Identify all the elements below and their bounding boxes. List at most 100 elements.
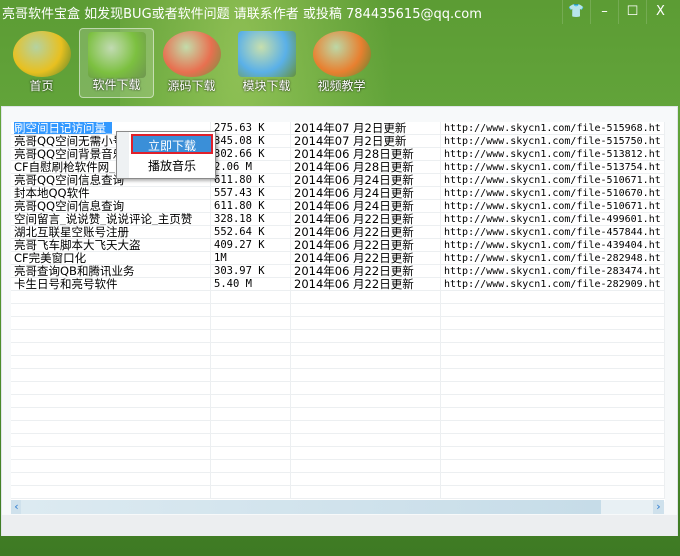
date-cell [291,473,441,485]
date-cell: 2014年06 月22日更新 [291,239,441,251]
nav-button-0[interactable]: 首页 [4,28,79,98]
cell-text: 1M [214,252,227,264]
size-cell: 5.40 M [211,278,291,290]
menu-item-play-music[interactable]: 播放音乐 [131,156,213,176]
url-cell [441,382,665,394]
date-cell: 2014年06 月22日更新 [291,252,441,264]
scroll-thumb[interactable] [21,500,601,514]
name-cell [11,382,211,394]
nav-button-1[interactable]: 软件下载 [79,28,154,98]
name-cell [11,317,211,329]
url-cell: http://www.skycn1.com/file-499601.ht [441,213,665,225]
table-row[interactable]: 亮哥查询QB和腾讯业务 303.97 K 2014年06 月22日更新 http://… [11,265,665,278]
windows-refresh-icon [162,31,221,77]
cell-text: 亮哥QQ空间信息查询 [14,174,125,186]
size-cell [211,382,291,394]
cell-text: 552.64 K [214,226,265,238]
table-row[interactable]: 刷空间日记访问量_ 275.63 K 2014年07 月2日更新 http://www… [11,122,665,135]
table-row[interactable]: 封本地QQ软件 557.43 K 2014年06 月24日更新 http://www.… [11,187,665,200]
content-panel: 刷空间日记访问量_ 275.63 K 2014年07 月2日更新 http://www… [1,106,678,536]
empty-row [11,356,665,369]
empty-row [11,434,665,447]
url-cell: http://www.skycn1.com/file-283474.ht [441,265,665,277]
cell-text: 345.08 K [214,135,265,147]
table-row[interactable]: 亮哥QQ空间信息查询 611.80 K 2014年06 月24日更新 http://w… [11,200,665,213]
table-row[interactable]: 湖北互联星空账号注册 552.64 K 2014年06 月22日更新 http://w… [11,226,665,239]
cell-text: 2014年07 月2日更新 [294,135,407,147]
nav-button-2[interactable]: 源码下载 [154,28,229,98]
url-cell [441,317,665,329]
table-row[interactable]: 亮哥飞车脚本大飞天大盗 409.27 K 2014年06 月22日更新 http://… [11,239,665,252]
url-cell [441,356,665,368]
cell-text: 卡生日号和亮号软件 [14,278,118,290]
cell-text: 封本地QQ软件 [14,187,90,199]
menu-item-download-now[interactable]: 立即下载 [131,134,213,154]
date-cell [291,486,441,498]
size-cell [211,486,291,498]
size-cell: 328.18 K [211,213,291,225]
date-cell: 2014年06 月24日更新 [291,174,441,186]
url-cell: http://www.skycn1.com/file-515968.ht [441,122,665,134]
table-row[interactable]: 亮哥QQ空间无需小号 345.08 K 2014年07 月2日更新 http://ww… [11,135,665,148]
close-button[interactable]: X [646,0,674,24]
cell-text: http://www.skycn1.com/file-510671.ht [444,201,661,212]
date-cell: 2014年07 月2日更新 [291,135,441,147]
cell-text: 2014年06 月22日更新 [294,239,414,251]
date-cell [291,460,441,472]
cell-text: 2.06 M [214,161,252,173]
cell-text: http://www.skycn1.com/file-283474.ht [444,266,661,277]
nav-button-4[interactable]: 视频教学 [304,28,379,98]
nav-label: 模块下载 [242,79,291,93]
nav-label: 源码下载 [167,79,216,93]
cell-text: http://www.skycn1.com/file-282909.ht [444,279,661,290]
table-row[interactable]: CF自慰刷枪软件网_ 2.06 M 2014年06 月28日更新 http://www… [11,161,665,174]
cell-text: 2014年06 月22日更新 [294,213,414,225]
minimize-button[interactable]: – [590,0,618,24]
size-cell: 2.06 M [211,161,291,173]
maximize-button[interactable]: ☐ [618,0,646,24]
name-cell [11,460,211,472]
table-row[interactable]: CF完美窗口化 1M 2014年06 月22日更新 http://www.skycn1… [11,252,665,265]
cell-text: 2014年06 月22日更新 [294,278,414,290]
name-cell [11,473,211,485]
table-row[interactable]: 卡生日号和亮号软件 5.40 M 2014年06 月22日更新 http://www.… [11,278,665,291]
monitor-stethoscope-icon [237,31,296,77]
empty-row [11,330,665,343]
cell-text: 2014年06 月22日更新 [294,226,414,238]
cell-text: 空间留言_说说赞_说说评论_主页赞 [14,213,193,225]
horizontal-scrollbar[interactable]: ‹ › [11,500,664,514]
empty-row [11,343,665,356]
cell-text: 611.80 K [214,200,265,212]
table-row[interactable]: 空间留言_说说赞_说说评论_主页赞 328.18 K 2014年06 月22日更新 h… [11,213,665,226]
skin-button[interactable]: 👕 [562,0,590,24]
date-cell [291,330,441,342]
name-cell: CF完美窗口化 [11,252,211,264]
url-cell [441,486,665,498]
cell-text: 刷空间日记访问量_ [14,122,112,134]
scroll-right-icon[interactable]: › [653,500,664,514]
table-row[interactable]: 亮哥QQ空间背景音乐 302.66 K 2014年06 月28日更新 http://w… [11,148,665,161]
size-cell [211,343,291,355]
name-cell: 亮哥查询QB和腾讯业务 [11,265,211,277]
cell-text: 亮哥查询QB和腾讯业务 [14,265,135,277]
cell-text: 2014年06 月22日更新 [294,265,414,277]
table-row[interactable]: 亮哥QQ空间信息查询 611.80 K 2014年06 月24日更新 http://w… [11,174,665,187]
cell-text: http://www.skycn1.com/file-513754.ht [444,162,661,173]
cell-text: 亮哥飞车脚本大飞天大盗 [14,239,141,251]
size-cell [211,317,291,329]
size-cell [211,304,291,316]
empty-row [11,291,665,304]
date-cell [291,421,441,433]
app-window: 亮哥软件宝盒 如发现BUG或者软件问题 请联系作者 或投稿 784435615@… [0,0,680,556]
size-cell: 345.08 K [211,135,291,147]
url-cell: http://www.skycn1.com/file-282909.ht [441,278,665,290]
date-cell [291,317,441,329]
size-cell [211,473,291,485]
name-cell [11,330,211,342]
size-cell: 552.64 K [211,226,291,238]
url-cell [441,304,665,316]
size-cell: 303.97 K [211,265,291,277]
nav-button-3[interactable]: 模块下载 [229,28,304,98]
name-cell: 封本地QQ软件 [11,187,211,199]
name-cell [11,343,211,355]
